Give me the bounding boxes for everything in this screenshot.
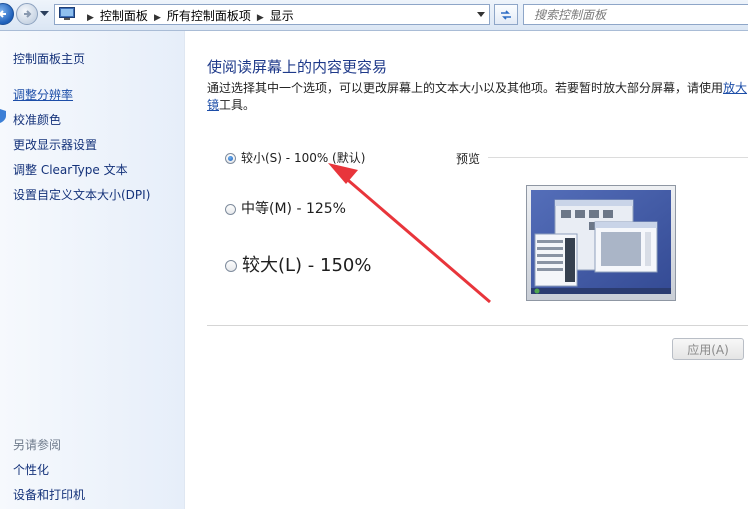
shield-icon xyxy=(0,109,6,123)
see-also-devices-printers[interactable]: 设备和打印机 xyxy=(13,486,85,503)
option-smaller[interactable]: 较小(S) - 100% (默认) xyxy=(225,149,365,166)
sidebar-item-display-settings[interactable]: 更改显示器设置 xyxy=(13,136,97,153)
breadcrumb: ▶ 控制面板 ▶ 所有控制面板项 ▶ 显示 xyxy=(81,7,294,24)
search-input[interactable] xyxy=(524,5,748,24)
chevron-right-icon[interactable]: ▶ xyxy=(257,13,264,23)
sidebar-item-resolution[interactable]: 调整分辨率 xyxy=(13,86,73,103)
option-medium[interactable]: 中等(M) - 125% xyxy=(225,198,346,218)
sidebar-item-custom-dpi[interactable]: 设置自定义文本大小(DPI) xyxy=(13,186,150,203)
preview-label: 预览 xyxy=(456,152,481,166)
address-input[interactable]: ▶ 控制面板 ▶ 所有控制面板项 ▶ 显示 xyxy=(54,4,490,25)
radio-smaller[interactable] xyxy=(225,153,236,164)
page-description: 通过选择其中一个选项，可以更改屏幕上的文本大小以及其他项。若要暂时放大部分屏幕，… xyxy=(207,80,748,114)
breadcrumb-item[interactable]: 显示 xyxy=(270,9,294,23)
chevron-down-icon[interactable] xyxy=(477,12,485,17)
chevron-right-icon[interactable]: ▶ xyxy=(154,13,161,23)
option-label: 中等(M) - 125% xyxy=(241,201,346,217)
control-panel-icon xyxy=(59,7,75,20)
forward-arrow-icon xyxy=(24,10,32,18)
preview-image xyxy=(526,185,676,301)
radio-medium[interactable] xyxy=(225,203,236,215)
preview-divider xyxy=(488,157,748,158)
sidebar-item-calibrate-color[interactable]: 校准颜色 xyxy=(13,111,61,128)
apply-button[interactable]: 应用(A) xyxy=(672,338,744,360)
search-box[interactable] xyxy=(523,4,748,25)
forward-button[interactable] xyxy=(16,3,38,25)
see-also-personalize[interactable]: 个性化 xyxy=(13,461,49,478)
back-button[interactable] xyxy=(0,3,14,25)
preview-monitor-icon xyxy=(531,190,671,294)
breadcrumb-item[interactable]: 控制面板 xyxy=(100,9,148,23)
chevron-right-icon: ▶ xyxy=(87,13,94,23)
address-bar: ▶ 控制面板 ▶ 所有控制面板项 ▶ 显示 xyxy=(0,0,748,31)
description-text: 通过选择其中一个选项，可以更改屏幕上的文本大小以及其他项。若要暂时放大部分屏幕，… xyxy=(207,81,724,95)
sidebar-home-link[interactable]: 控制面板主页 xyxy=(13,50,85,67)
content-divider xyxy=(207,325,748,326)
option-label: 较小(S) - 100% (默认) xyxy=(241,151,366,165)
sidebar: 控制面板主页 调整分辨率 校准颜色 更改显示器设置 调整 ClearType 文… xyxy=(0,31,185,509)
refresh-icon xyxy=(501,10,511,20)
radio-larger[interactable] xyxy=(225,260,237,272)
back-arrow-icon xyxy=(0,10,6,18)
history-dropdown-icon[interactable] xyxy=(40,11,49,17)
see-also-heading: 另请参阅 xyxy=(13,438,62,452)
sidebar-item-cleartype[interactable]: 调整 ClearType 文本 xyxy=(13,161,128,178)
breadcrumb-item[interactable]: 所有控制面板项 xyxy=(167,9,251,23)
description-tail: 工具。 xyxy=(219,98,256,112)
option-larger[interactable]: 较大(L) - 150% xyxy=(225,251,371,277)
refresh-button[interactable] xyxy=(494,4,518,25)
page-title: 使阅读屏幕上的内容更容易 xyxy=(207,58,388,76)
option-label: 较大(L) - 150% xyxy=(242,255,372,276)
